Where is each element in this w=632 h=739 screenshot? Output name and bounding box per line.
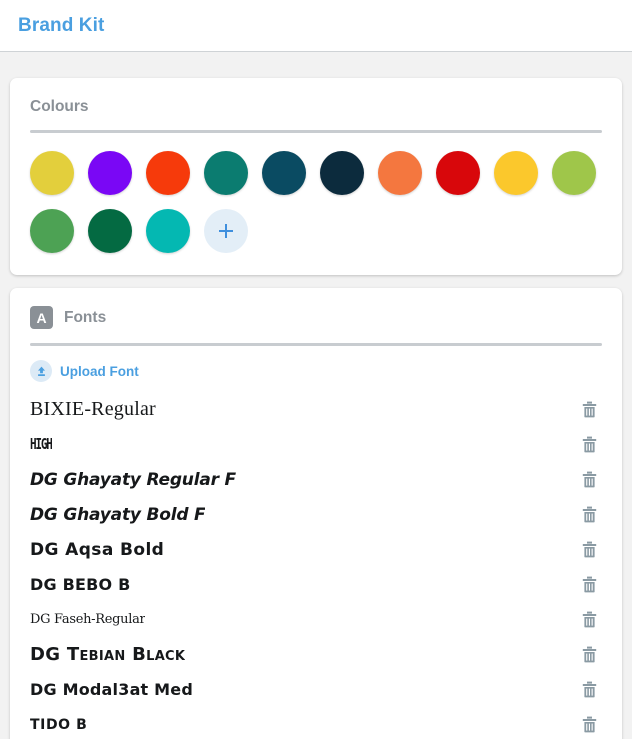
colours-card: Colours	[10, 78, 622, 275]
font-letter-icon: A	[30, 306, 53, 329]
delete-font-button[interactable]	[578, 609, 600, 631]
trash-icon	[582, 506, 596, 523]
font-name-label: DG Faseh-Regular	[30, 612, 146, 627]
trash-icon	[582, 681, 596, 698]
font-list-item: DG Faseh-Regular	[28, 602, 604, 637]
trash-icon	[582, 436, 596, 453]
colour-swatch[interactable]	[378, 151, 422, 195]
page-title: Brand Kit	[18, 14, 105, 36]
colour-swatch[interactable]	[30, 151, 74, 195]
font-name-label: DG BEBO B	[30, 575, 131, 594]
colour-swatch[interactable]	[88, 209, 132, 253]
colours-heading: Colours	[30, 98, 89, 115]
font-name-label: DG Ghayaty Regular F	[30, 469, 236, 490]
add-colour-button[interactable]	[204, 209, 248, 253]
font-list-item: DG Tebian Black	[28, 637, 604, 672]
fonts-card: A Fonts Upload Font BIXIE-Regular HIGH DG …	[10, 288, 622, 739]
delete-font-button[interactable]	[578, 434, 600, 456]
font-list-item: DG Modal3at Med	[28, 672, 604, 707]
font-name-label: DG Aqsa Bold	[30, 539, 165, 560]
delete-font-button[interactable]	[578, 469, 600, 491]
font-list-item: BIXIE-Regular	[28, 392, 604, 427]
delete-font-button[interactable]	[578, 574, 600, 596]
plus-icon	[219, 224, 233, 238]
delete-font-button[interactable]	[578, 504, 600, 526]
trash-icon	[582, 646, 596, 663]
font-list-item: DG BEBO B	[28, 567, 604, 602]
trash-icon	[582, 576, 596, 593]
font-name-label: TIDO B	[30, 716, 88, 733]
font-name-label: DG Modal3at Med	[30, 680, 194, 699]
colour-swatch[interactable]	[552, 151, 596, 195]
trash-icon	[582, 716, 596, 733]
delete-font-button[interactable]	[578, 679, 600, 701]
font-name-label: DG Ghayaty Bold F	[30, 504, 206, 525]
delete-font-button[interactable]	[578, 714, 600, 736]
delete-font-button[interactable]	[578, 644, 600, 666]
font-list-item: DG Ghayaty Regular F	[28, 462, 604, 497]
font-list-item: DG Aqsa Bold	[28, 532, 604, 567]
fonts-divider	[30, 343, 602, 346]
colour-swatch[interactable]	[436, 151, 480, 195]
colour-swatch[interactable]	[320, 151, 364, 195]
font-name-label: BIXIE-Regular	[30, 398, 156, 420]
font-list-item: TIDO B	[28, 707, 604, 739]
font-list-item: HIGH	[28, 427, 604, 462]
trash-icon	[582, 471, 596, 488]
trash-icon	[582, 401, 596, 418]
upload-font-button[interactable]: Upload Font	[28, 360, 139, 382]
colours-card-header: Colours	[28, 98, 604, 116]
trash-icon	[582, 541, 596, 558]
font-name-label: HIGH	[30, 435, 52, 454]
colour-swatch-list	[28, 151, 604, 253]
delete-font-button[interactable]	[578, 539, 600, 561]
colour-swatch[interactable]	[146, 209, 190, 253]
top-bar: Brand Kit	[0, 0, 632, 52]
colour-swatch[interactable]	[146, 151, 190, 195]
font-list-item: DG Ghayaty Bold F	[28, 497, 604, 532]
colour-swatch[interactable]	[88, 151, 132, 195]
colour-swatch[interactable]	[30, 209, 74, 253]
colour-swatch[interactable]	[494, 151, 538, 195]
font-list: BIXIE-Regular HIGH DG Ghayaty Regular F DG …	[28, 392, 604, 739]
delete-font-button[interactable]	[578, 399, 600, 421]
fonts-heading: Fonts	[64, 308, 107, 326]
colour-swatch[interactable]	[204, 151, 248, 195]
upload-icon	[30, 360, 52, 382]
font-name-label: DG Tebian Black	[30, 644, 186, 665]
colours-divider	[30, 130, 602, 133]
upload-font-label: Upload Font	[60, 363, 139, 379]
fonts-card-header: A Fonts	[28, 306, 604, 329]
colour-swatch[interactable]	[262, 151, 306, 195]
trash-icon	[582, 611, 596, 628]
